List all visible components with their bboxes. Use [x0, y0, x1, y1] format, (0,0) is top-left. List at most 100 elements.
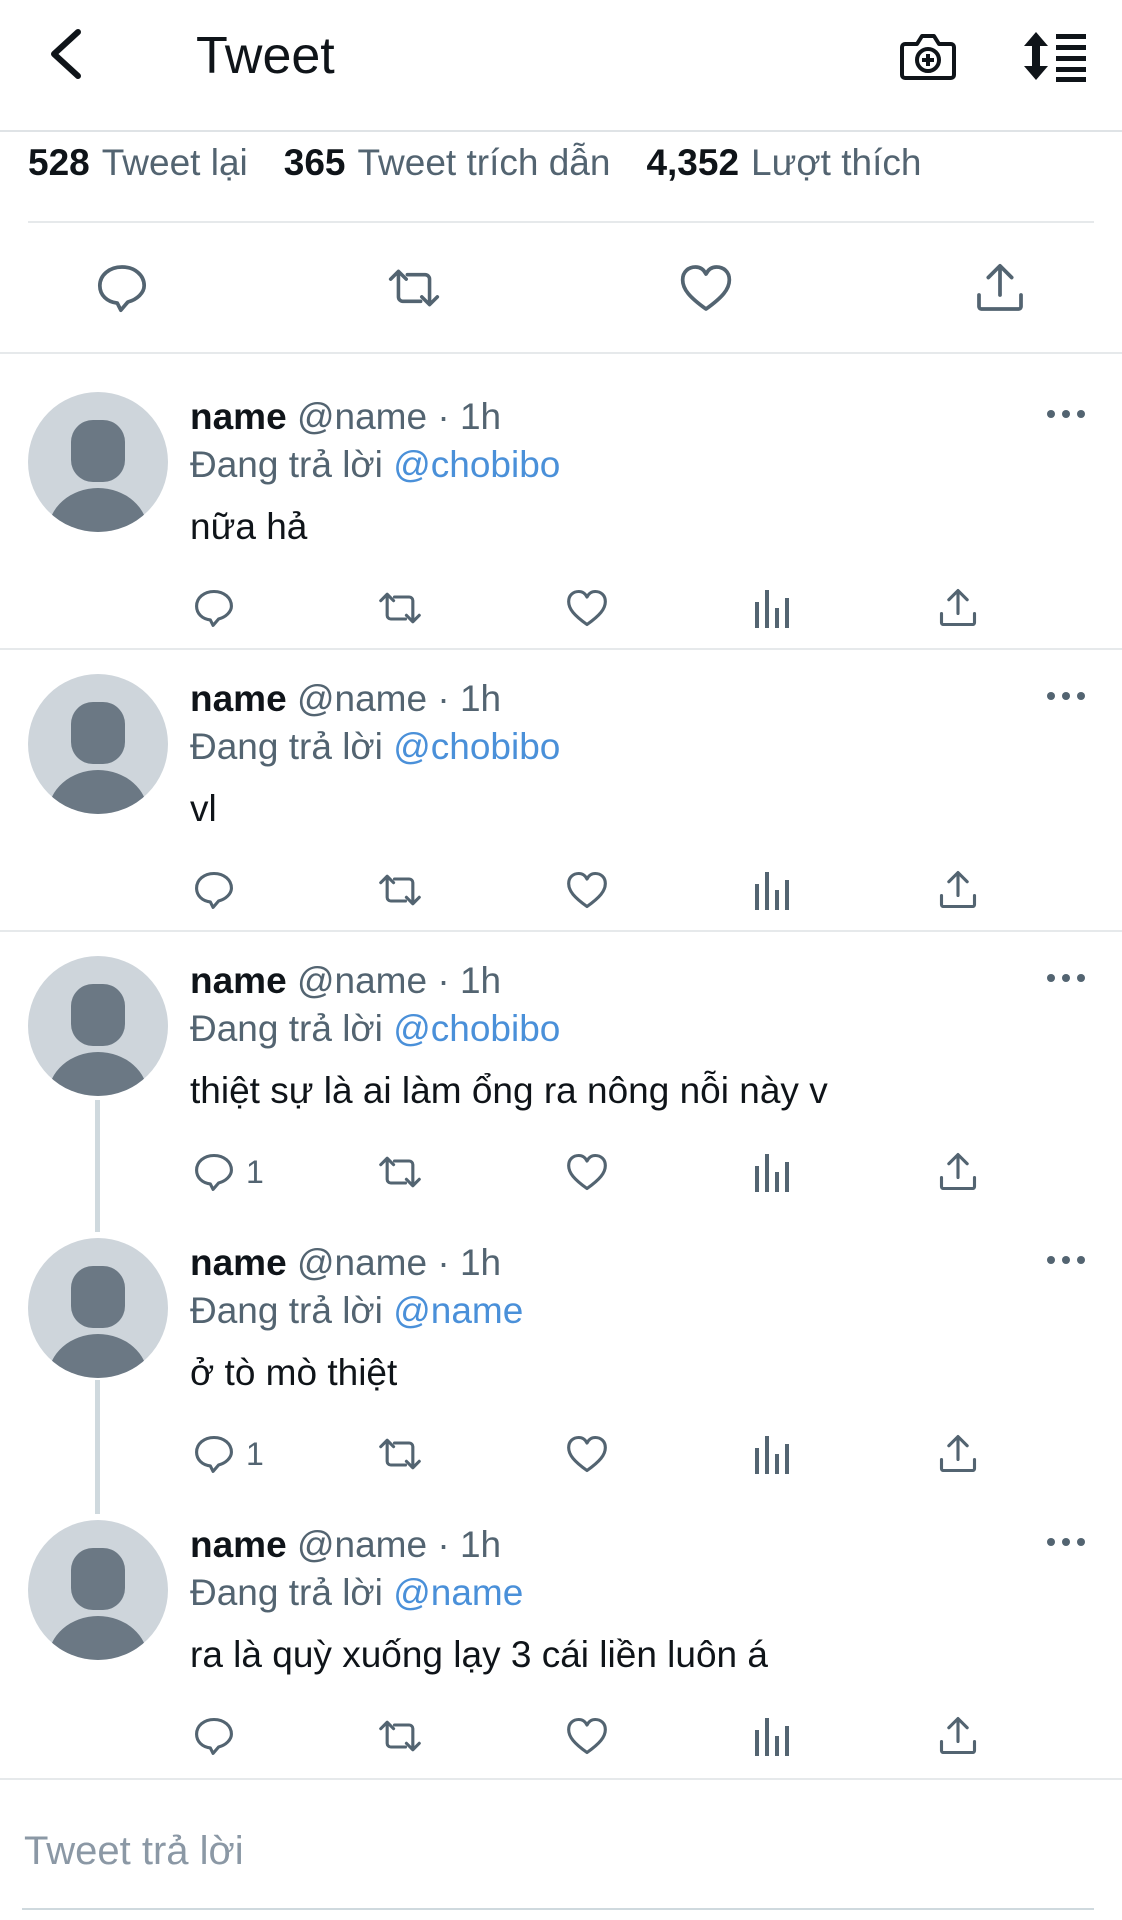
likes-stat[interactable]: 4,352 Lượt thích [646, 140, 921, 186]
analytics-button[interactable] [752, 1142, 792, 1202]
camera-add-icon [900, 34, 956, 80]
analytics-icon [755, 1154, 789, 1192]
analytics-button[interactable] [752, 578, 792, 638]
display-name[interactable]: name [190, 1524, 287, 1565]
reply-tweet[interactable]: name @name · 1h Đang trả lời @name ở tò … [0, 1200, 1122, 1482]
like-button[interactable] [564, 578, 610, 638]
avatar[interactable] [28, 392, 168, 532]
sort-button[interactable] [1020, 24, 1090, 88]
reply-count: 1 [246, 1435, 264, 1472]
tweet-text: nữa hả [190, 506, 308, 547]
more-dots-icon [1047, 692, 1085, 700]
analytics-icon [755, 1718, 789, 1756]
heart-icon [567, 871, 607, 909]
mention-link[interactable]: @chobibo [393, 444, 560, 485]
reply-tweet[interactable]: name @name · 1h Đang trả lời @chobibo th… [0, 918, 1122, 1200]
more-dots-icon [1047, 410, 1085, 418]
camera-button[interactable] [896, 24, 960, 88]
top-bar: Tweet [0, 0, 1122, 132]
quotes-stat[interactable]: 365 Tweet trích dẫn [284, 140, 611, 186]
retweet-icon [379, 1438, 421, 1470]
reply-header: name @name · 1h [190, 678, 502, 719]
more-options-button[interactable] [1040, 402, 1092, 426]
reply-button[interactable] [192, 1706, 246, 1766]
main-reply-button[interactable] [92, 258, 152, 318]
retweet-icon [388, 269, 440, 307]
mention-link[interactable]: @name [393, 1572, 523, 1613]
tweet-actions: 1 [0, 1424, 1122, 1484]
reply-button[interactable]: 1 [192, 1424, 264, 1484]
reply-button[interactable] [192, 578, 246, 638]
default-avatar-icon [48, 984, 148, 1096]
more-dots-icon [1047, 974, 1085, 982]
retweet-button[interactable] [374, 860, 426, 920]
reply-header: name @name · 1h [190, 396, 502, 437]
avatar[interactable] [28, 1238, 168, 1378]
mention-link[interactable]: @name [393, 1290, 523, 1331]
analytics-icon [755, 1436, 789, 1474]
reply-tweet[interactable]: name @name · 1h Đang trả lời @name ra là… [0, 1482, 1122, 1764]
share-button[interactable] [936, 1142, 980, 1202]
share-button[interactable] [936, 1424, 980, 1484]
back-button[interactable] [36, 24, 96, 84]
more-options-button[interactable] [1040, 1530, 1092, 1554]
retweet-button[interactable] [374, 1706, 426, 1766]
chevron-left-icon [51, 29, 81, 79]
avatar[interactable] [28, 1520, 168, 1660]
retweet-button[interactable] [374, 1424, 426, 1484]
reply-tweet[interactable]: name @name · 1h Đang trả lời @chobibo nữ… [0, 354, 1122, 636]
analytics-button[interactable] [752, 1424, 792, 1484]
reply-count: 1 [246, 1153, 264, 1190]
like-button[interactable] [564, 1424, 610, 1484]
share-button[interactable] [936, 578, 980, 638]
more-options-button[interactable] [1040, 1248, 1092, 1272]
tweet-actions: 1 [0, 1142, 1122, 1202]
like-button[interactable] [564, 860, 610, 920]
reply-header: name @name · 1h [190, 1242, 502, 1283]
analytics-button[interactable] [752, 1706, 792, 1766]
main-retweet-button[interactable] [384, 258, 444, 318]
mention-link[interactable]: @chobibo [393, 726, 560, 767]
replying-to: Đang trả lời @chobibo [190, 726, 561, 767]
reply-button[interactable] [192, 860, 246, 920]
like-button[interactable] [564, 1142, 610, 1202]
avatar[interactable] [28, 956, 168, 1096]
retweets-stat[interactable]: 528 Tweet lại [28, 140, 248, 186]
sort-lines-icon [1024, 32, 1086, 82]
reply-button[interactable]: 1 [192, 1142, 264, 1202]
reply-input[interactable] [22, 1820, 1086, 1882]
retweet-button[interactable] [374, 578, 426, 638]
default-avatar-icon [48, 1548, 148, 1660]
user-handle: @name [296, 396, 428, 437]
share-icon [939, 1717, 977, 1755]
like-button[interactable] [564, 1706, 610, 1766]
user-handle: @name [296, 678, 428, 719]
display-name[interactable]: name [190, 678, 287, 719]
default-avatar-icon [48, 420, 148, 532]
display-name[interactable]: name [190, 960, 287, 1001]
timestamp: 1h [459, 678, 502, 719]
more-options-button[interactable] [1040, 966, 1092, 990]
timestamp: 1h [459, 1242, 502, 1283]
display-name[interactable]: name [190, 1242, 287, 1283]
more-options-button[interactable] [1040, 684, 1092, 708]
tweet-text: thiệt sự là ai làm ổng ra nông nỗi này v [190, 1070, 828, 1111]
analytics-icon [755, 590, 789, 628]
more-dots-icon [1047, 1256, 1085, 1264]
retweet-icon [379, 874, 421, 906]
timestamp: 1h [459, 960, 502, 1001]
main-share-button[interactable] [970, 258, 1030, 318]
main-like-button[interactable] [676, 258, 736, 318]
heart-icon [680, 265, 732, 311]
engagement-stats: 528 Tweet lại 365 Tweet trích dẫn 4,352 Lượ… [28, 140, 957, 186]
display-name[interactable]: name [190, 396, 287, 437]
share-button[interactable] [936, 1706, 980, 1766]
retweet-button[interactable] [374, 1142, 426, 1202]
avatar[interactable] [28, 674, 168, 814]
share-button[interactable] [936, 860, 980, 920]
reply-icon [195, 589, 233, 627]
mention-link[interactable]: @chobibo [393, 1008, 560, 1049]
replying-to: Đang trả lời @chobibo [190, 1008, 561, 1049]
analytics-button[interactable] [752, 860, 792, 920]
reply-tweet[interactable]: name @name · 1h Đang trả lời @chobibo vl [0, 636, 1122, 918]
